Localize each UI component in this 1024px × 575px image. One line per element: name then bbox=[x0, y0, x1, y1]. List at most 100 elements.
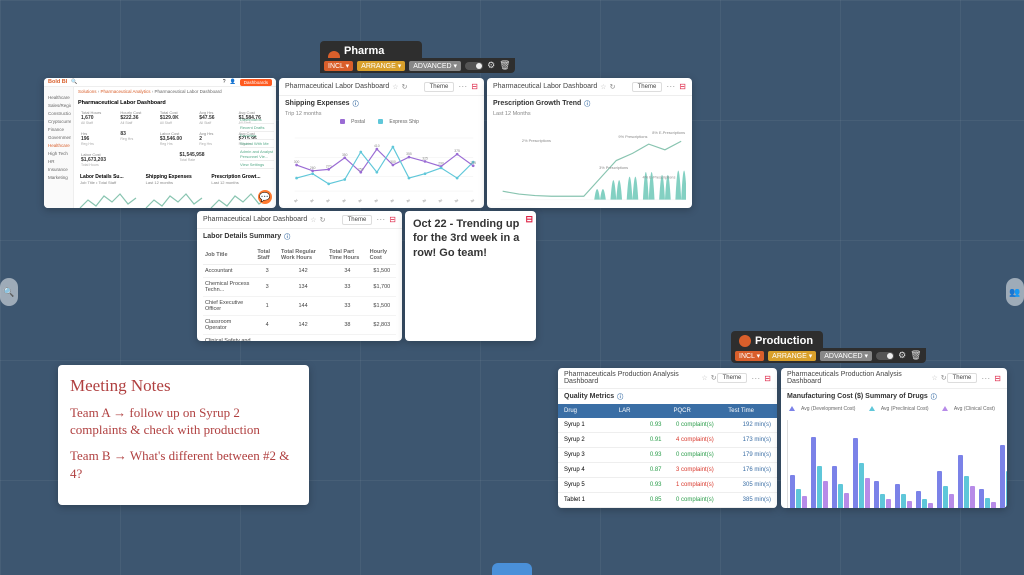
close-icon[interactable]: ⊟ bbox=[994, 374, 1001, 383]
meeting-line: Team A → follow up on Syrup 2 complaints… bbox=[70, 404, 297, 439]
group-subheader-production[interactable]: INCL ▾ ARRANGE ▾ ADVANCED ▾ ⚙ 🗑 bbox=[731, 348, 926, 363]
sub-panels: Labor Details Su...Job Title • Total Sta… bbox=[78, 172, 272, 208]
sidebar-item[interactable]: High Tech bbox=[46, 149, 71, 157]
svg-text:lbl: lbl bbox=[454, 198, 459, 203]
svg-text:300: 300 bbox=[390, 160, 396, 164]
right-link-list[interactable]: DashboardsRecent DraftsFavoritesShared W… bbox=[240, 116, 274, 169]
refresh-icon[interactable]: ↻ bbox=[402, 83, 408, 91]
help-icon[interactable]: ? bbox=[223, 79, 226, 85]
info-icon[interactable]: ⓘ bbox=[353, 99, 359, 108]
sidebar-item[interactable]: Government bbox=[46, 133, 71, 141]
card-mfg-cost[interactable]: Pharmaceuticals Production Analysis Dash… bbox=[781, 368, 1007, 508]
theme-button[interactable]: Theme bbox=[342, 215, 373, 225]
handwriting: Meeting Notes Team A → follow up on Syru… bbox=[58, 365, 309, 492]
theme-button[interactable]: Theme bbox=[947, 373, 978, 383]
svg-text:270: 270 bbox=[326, 164, 332, 168]
app-header: Bold BI 🔍 ? 👤 Dashboards bbox=[44, 78, 276, 87]
star-icon[interactable]: ☆ bbox=[310, 216, 316, 224]
theme-button[interactable]: Theme bbox=[424, 82, 455, 92]
chat-bubble-icon[interactable]: 💬 bbox=[258, 190, 272, 204]
card-title: Pharmaceutical Labor Dashboard bbox=[493, 83, 597, 90]
toggle[interactable] bbox=[876, 352, 894, 360]
category-sidebar[interactable]: Healthcare Sales/Region Construction Cry… bbox=[44, 87, 74, 208]
card-titlebar: Pharmaceuticals Production Analysis Dash… bbox=[558, 368, 777, 389]
svg-text:lbl: lbl bbox=[390, 198, 395, 203]
right-tool-bubble[interactable]: 👥 bbox=[1006, 278, 1024, 306]
meeting-notes-card[interactable]: Meeting Notes Team A → follow up on Syru… bbox=[58, 365, 309, 505]
info-icon[interactable]: ⓘ bbox=[931, 392, 937, 401]
meeting-title: Meeting Notes bbox=[70, 375, 297, 398]
svg-text:lbl: lbl bbox=[310, 198, 315, 203]
star-icon[interactable]: ☆ bbox=[392, 83, 398, 91]
tag-advanced[interactable]: ADVANCED ▾ bbox=[409, 61, 461, 71]
section-title: Quality Metricsⓘ bbox=[558, 389, 777, 404]
card-growth[interactable]: Pharmaceutical Labor Dashboard☆ ↻ Theme⋯ ⊟… bbox=[487, 78, 692, 208]
theme-button[interactable]: Theme bbox=[717, 373, 748, 383]
chart-legend: Postal Express Ship bbox=[279, 119, 484, 125]
close-icon[interactable]: ⊟ bbox=[471, 82, 478, 91]
svg-text:2% Prescriptions: 2% Prescriptions bbox=[522, 139, 551, 143]
trash-icon[interactable]: 🗑 bbox=[910, 350, 921, 361]
breadcrumb: Solutions › Pharmaceutical Analytics › P… bbox=[74, 87, 226, 96]
card-labor-table[interactable]: Pharmaceutical Labor Dashboard☆↻ Theme⋯⊟… bbox=[197, 211, 402, 341]
tag-arrange[interactable]: ARRANGE ▾ bbox=[357, 61, 405, 71]
card-titlebar: Pharmaceutical Labor Dashboard☆ ↻ Theme⋯ ⊟ bbox=[487, 78, 692, 96]
search-icon[interactable]: 🔍 bbox=[71, 79, 77, 85]
sidebar-item[interactable]: Healthcare bbox=[46, 93, 71, 101]
more-icon[interactable]: ⋯ bbox=[376, 214, 385, 225]
gear-icon[interactable]: ⚙ bbox=[898, 350, 906, 361]
star-icon[interactable]: ☆ bbox=[931, 374, 937, 382]
card-shipping[interactable]: Pharmaceutical Labor Dashboard☆↻ Theme⋯⊟… bbox=[279, 78, 484, 208]
labor-details-table: Job TitleTotal StaffTotal Regular Work H… bbox=[203, 246, 396, 341]
area-chart: 2% Prescriptions9% Prescriptions8% E-Pre… bbox=[493, 121, 686, 208]
sidebar-item[interactable]: Cryptocurrency bbox=[46, 117, 71, 125]
tag-arrange[interactable]: ARRANGE ▾ bbox=[768, 351, 816, 361]
svg-text:3% Prescriptions: 3% Prescriptions bbox=[599, 166, 628, 170]
info-icon[interactable]: ⓘ bbox=[584, 99, 590, 108]
more-icon[interactable]: ⋯ bbox=[981, 373, 990, 384]
star-icon[interactable]: ☆ bbox=[600, 83, 606, 91]
card-titlebar: Pharmaceuticals Production Analysis Dash… bbox=[781, 368, 1007, 389]
group-subheader-pharma[interactable]: INCL ▾ ARRANGE ▾ ADVANCED ▾ ⚙ 🗑 bbox=[320, 58, 515, 73]
left-tool-bubble[interactable]: 🔍 bbox=[0, 278, 18, 306]
close-icon[interactable]: ⊟ bbox=[764, 374, 771, 383]
gear-icon[interactable]: ⚙ bbox=[487, 60, 495, 71]
close-icon[interactable]: ⊟ bbox=[389, 215, 396, 224]
bottom-tray-handle[interactable] bbox=[492, 563, 532, 575]
card-title: Pharmaceuticals Production Analysis Dash… bbox=[564, 371, 698, 385]
sidebar-item[interactable]: Construction bbox=[46, 109, 71, 117]
more-icon[interactable]: ⋯ bbox=[666, 81, 675, 92]
theme-button[interactable]: Theme bbox=[632, 82, 663, 92]
svg-text:9% Prescriptions: 9% Prescriptions bbox=[618, 135, 647, 139]
card-overview[interactable]: Bold BI 🔍 ? 👤 Dashboards Healthcare Sale… bbox=[44, 78, 276, 208]
card-titlebar: Pharmaceutical Labor Dashboard☆↻ Theme⋯⊟ bbox=[279, 78, 484, 96]
toggle[interactable] bbox=[465, 62, 483, 70]
tag-incl[interactable]: INCL ▾ bbox=[324, 61, 353, 71]
star-icon[interactable]: ☆ bbox=[701, 374, 707, 382]
user-icon[interactable]: 👤 bbox=[230, 79, 236, 85]
sidebar-item[interactable]: Marketing bbox=[46, 173, 71, 181]
close-icon[interactable]: ⊟ bbox=[679, 82, 686, 91]
trash-icon[interactable]: 🗑 bbox=[499, 60, 510, 71]
sidebar-item[interactable]: Healthcare bbox=[46, 141, 71, 149]
sidebar-item[interactable]: Sales/Region bbox=[46, 101, 71, 109]
group-title: Production bbox=[755, 335, 813, 347]
sidebar-item[interactable]: Insurance bbox=[46, 165, 71, 173]
section-sub: Last 12 Months bbox=[487, 111, 692, 119]
more-icon[interactable]: ⋯ bbox=[751, 373, 760, 384]
more-icon[interactable]: ⋯ bbox=[458, 81, 467, 92]
info-icon[interactable]: ⓘ bbox=[284, 232, 290, 241]
info-icon[interactable]: ⓘ bbox=[617, 392, 623, 401]
tag-incl[interactable]: INCL ▾ bbox=[735, 351, 764, 361]
sidebar-item[interactable]: HR bbox=[46, 157, 71, 165]
sticky-note[interactable]: ⊟ Oct 22 - Trending up for the 3rd week … bbox=[405, 211, 536, 341]
svg-text:260: 260 bbox=[310, 166, 316, 170]
refresh-icon[interactable]: ↻ bbox=[610, 83, 616, 91]
svg-text:375: 375 bbox=[454, 149, 460, 153]
refresh-icon[interactable]: ↻ bbox=[320, 216, 326, 224]
card-quality[interactable]: Pharmaceuticals Production Analysis Dash… bbox=[558, 368, 777, 508]
sidebar-item[interactable]: Finance bbox=[46, 125, 71, 133]
tag-advanced[interactable]: ADVANCED ▾ bbox=[820, 351, 872, 361]
close-icon[interactable]: ⊟ bbox=[525, 214, 533, 226]
dashboards-button[interactable]: Dashboards bbox=[240, 79, 272, 86]
